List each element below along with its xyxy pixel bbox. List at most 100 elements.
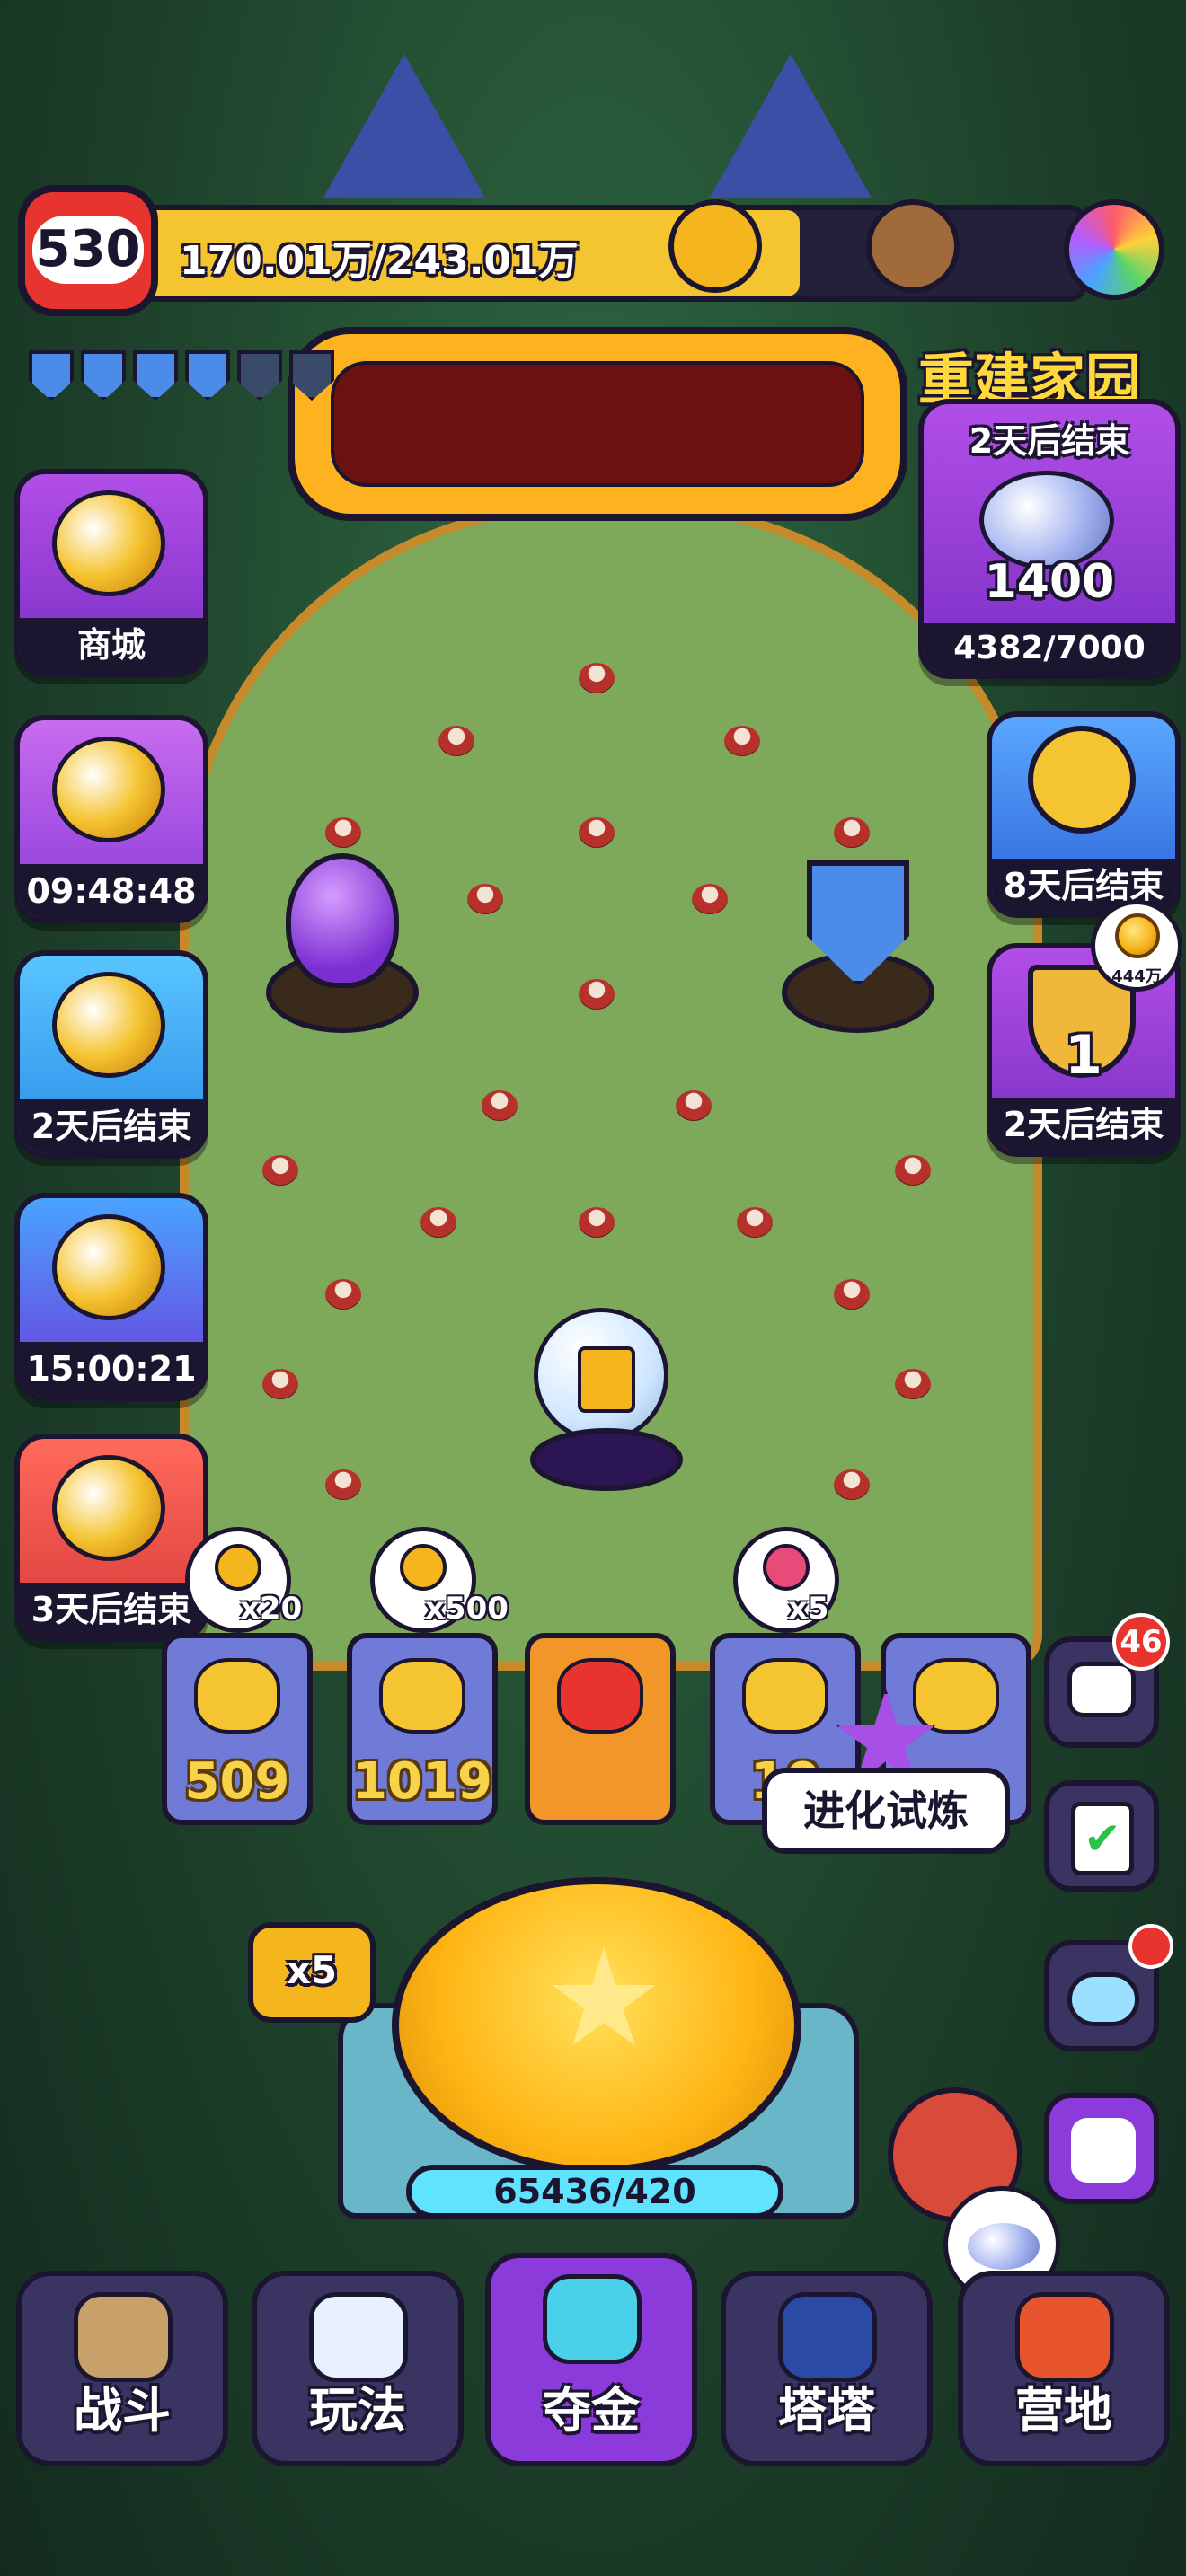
gift-orb-icon [534,1308,668,1442]
peg [325,817,361,848]
cat-star-icon [1071,2118,1136,2183]
purple-bumper-icon [266,853,419,1033]
tasks-button[interactable]: ✔ [1044,1780,1159,1892]
crossed-swords-icon [74,2292,173,2382]
reward-slot: 509 [162,1633,313,1825]
peg [579,663,615,693]
trophy-badge-value: 444万 [1111,967,1162,986]
reward-slot: 1019 [347,1633,498,1825]
chat-bubble-icon [1067,1662,1136,1717]
slot-multiplier: x5 [788,1591,829,1627]
peg [834,1469,870,1500]
level-value: 530 [32,216,144,284]
menu-coin-event-label: 2天后结束 [20,1099,203,1153]
peg [438,726,474,756]
rainbow-upgrade-icon[interactable] [1064,199,1164,300]
menu-calendar-label: 3天后结束 [20,1583,203,1636]
peg [834,817,870,848]
menu-gem-pack-button[interactable]: 09:48:48 [14,715,208,923]
slot-bubble: x5 [733,1527,839,1633]
launch-button[interactable] [392,1877,801,2174]
evolution-trial-button[interactable]: 进化试炼 [762,1689,1010,1868]
nav-camp-button[interactable]: 营地 [958,2271,1170,2466]
menu-wheel-button[interactable]: 15:00:21 [14,1193,208,1401]
friends-icon [1067,1972,1139,2026]
multiplier-value: x5 [286,1948,338,1992]
menu-wheel-label: 15:00:21 [20,1342,203,1396]
nav-gameplay-button[interactable]: 玩法 [252,2271,464,2466]
peg [262,1155,298,1186]
nav-gold-button[interactable]: 夺金 [485,2253,697,2466]
reward-slot [525,1633,676,1825]
peg [579,817,615,848]
coin-pile-icon [194,1658,280,1734]
mystery-star-icon [557,1658,643,1734]
slot-value: 509 [184,1752,290,1811]
peg [482,1090,518,1121]
shield-pip-icon [29,350,74,401]
coin-icon [1115,913,1160,958]
chat-badge: 46 [1112,1613,1170,1671]
menu-shop-label: 商城 [20,618,203,672]
slot-multiplier: x500 [425,1591,509,1627]
shield-bumper-icon [782,853,934,1033]
peg [737,1207,773,1238]
event-value: 1400 [984,555,1115,609]
monkey-coin-icon [52,972,165,1078]
gem-basket-icon [52,490,165,596]
slot-multiplier: x20 [240,1591,303,1627]
launch-hole [530,1428,683,1491]
peg [262,1369,298,1399]
slot-bubble: x20 [185,1527,302,1633]
lucky-wheel-icon [52,1214,165,1320]
peg [692,884,728,914]
peg [325,1469,361,1500]
event-card[interactable]: 2天后结束 1400 4382/7000 [918,399,1181,679]
nav-gameplay-label: 玩法 [309,2382,406,2439]
screw-icon [215,1544,261,1591]
nav-gold-label: 夺金 [543,2382,640,2439]
cat-event-button[interactable]: 8天后结束 [987,711,1181,918]
nav-battle-button[interactable]: 战斗 [16,2271,228,2466]
pickaxe-upgrade-icon[interactable] [866,199,960,293]
cat-helmet-icon [778,2292,877,2382]
trophy-badge: 444万 [1091,900,1182,992]
level-badge[interactable]: 530 [18,185,158,316]
peg [579,1207,615,1238]
peg [676,1090,712,1121]
shield-row [29,350,352,404]
shield-pip-icon [133,350,178,401]
menu-shop-button[interactable]: 商城 [14,469,208,677]
notification-dot [1128,1924,1173,1969]
menu-coin-event-button[interactable]: 2天后结束 [14,950,208,1159]
coin-pile-icon [379,1658,465,1734]
nav-camp-label: 营地 [1015,2382,1112,2439]
ball-counter-value: 65436/420 [493,2172,696,2211]
peg [467,884,503,914]
tent-icon [1015,2292,1114,2382]
peg [895,1369,931,1399]
menu-calendar-button[interactable]: 3天后结束 [14,1434,208,1642]
peg [325,1279,361,1310]
coin-icon [400,1544,447,1591]
event-progress: 4382/7000 [924,623,1175,674]
peg [420,1207,456,1238]
shield-pip-icon [289,350,334,401]
slot-bubble: x500 [370,1527,509,1633]
nav-tata-button[interactable]: 塔塔 [721,2271,933,2466]
peg [834,1279,870,1310]
slot-value: 1019 [352,1752,492,1811]
ball-counter: 65436/420 [406,2165,783,2219]
clipboard-check-icon: ✔ [1071,1802,1134,1875]
peg [895,1155,931,1186]
multiplier-button[interactable]: x5 [248,1922,376,2023]
trophy-rank: 1 [1065,1024,1102,1087]
lightning-upgrade-icon[interactable] [668,199,762,293]
calendar-7-icon [52,1455,165,1561]
gem-pack-icon [52,737,165,842]
cat-star-button[interactable] [1044,2093,1159,2204]
evolution-label-box: 进化试炼 [762,1768,1010,1854]
battery-icon [763,1544,810,1591]
peg [579,979,615,1010]
nav-tata-label: 塔塔 [778,2382,875,2439]
